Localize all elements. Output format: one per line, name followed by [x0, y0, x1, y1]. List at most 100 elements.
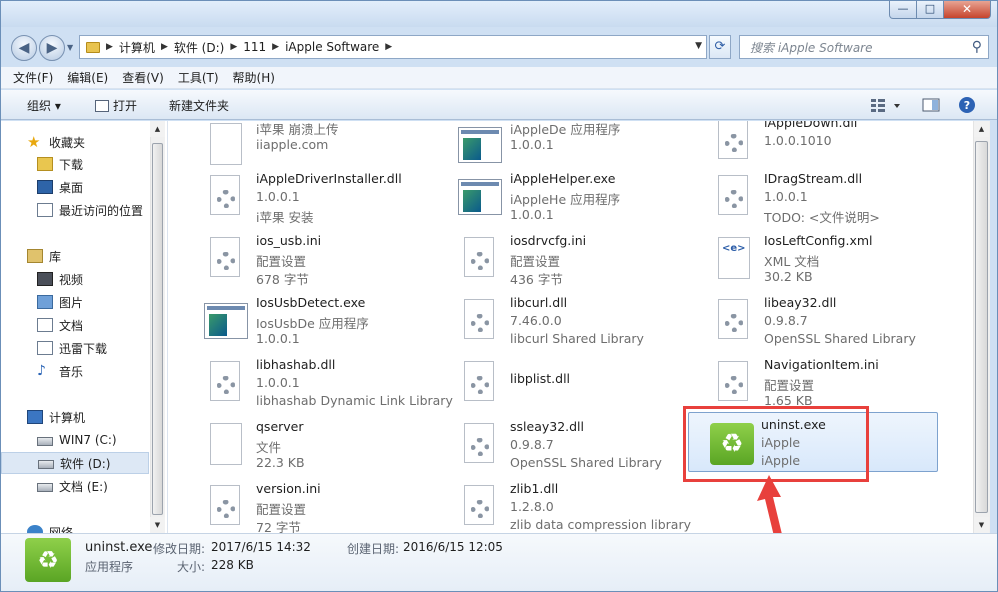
- file-item[interactable]: IDragStream.dll 1.0.0.1 TODO: <文件说明>: [692, 167, 942, 227]
- computer-icon: [27, 410, 43, 424]
- new-folder-button[interactable]: 新建文件夹: [169, 97, 229, 114]
- network-icon: [27, 525, 43, 533]
- breadcrumb-iapple-software[interactable]: iApple Software: [285, 40, 379, 54]
- file-item[interactable]: ssleay32.dll 0.9.8.7 OpenSSL Shared Libr…: [438, 415, 688, 475]
- details-size-label: 大小:: [177, 560, 206, 574]
- scroll-down-icon[interactable]: ▼: [150, 517, 165, 533]
- file-name: iAppleHelper.exe: [510, 171, 616, 186]
- sidebar-item-network[interactable]: 网络: [1, 521, 149, 533]
- sidebar-label: WIN7 (C:): [59, 433, 117, 447]
- menu-tools[interactable]: 工具(T): [178, 69, 219, 86]
- sidebar-item-downloads[interactable]: 下载: [1, 153, 149, 175]
- file-name: iosdrvcfg.ini: [510, 233, 587, 248]
- sidebar-item-computer[interactable]: 计算机: [1, 406, 149, 428]
- menu-edit[interactable]: 编辑(E): [67, 69, 108, 86]
- refresh-icon[interactable]: ⟳: [709, 35, 731, 59]
- breadcrumb-computer[interactable]: 计算机: [119, 39, 155, 56]
- file-item[interactable]: ios_usb.ini 配置设置 678 字节: [184, 229, 434, 289]
- menu-help[interactable]: 帮助(H): [233, 69, 275, 86]
- address-dropdown-icon[interactable]: ▼: [695, 41, 702, 51]
- search-icon[interactable]: ⚲: [972, 39, 982, 55]
- chevron-right-icon[interactable]: ▶: [230, 42, 237, 52]
- file-detail: 678 字节: [256, 272, 309, 287]
- file-item[interactable]: libhashab.dll 1.0.0.1 libhashab Dynamic …: [184, 353, 453, 413]
- chevron-right-icon[interactable]: ▶: [106, 42, 113, 52]
- file-detail: 7.46.0.0: [510, 313, 562, 328]
- sidebar-item-music[interactable]: ♪ 音乐: [1, 360, 149, 382]
- application-icon: [456, 121, 504, 169]
- file-item[interactable]: IosUsbDetect.exe IosUsbDe 应用程序 1.0.0.1: [184, 291, 434, 351]
- sidebar-label: 文档: [59, 318, 84, 333]
- sidebar-item-desktop[interactable]: 桌面: [1, 176, 149, 198]
- file-item[interactable]: libplist.dll: [438, 353, 688, 413]
- sidebar-item-video[interactable]: 视频: [1, 268, 149, 290]
- sidebar-item-documents[interactable]: 文档: [1, 314, 149, 336]
- file-item[interactable]: libcurl.dll 7.46.0.0 libcurl Shared Libr…: [438, 291, 688, 351]
- file-name: IosUsbDetect.exe: [256, 295, 366, 310]
- title-bar[interactable]: — □ ✕: [1, 1, 997, 27]
- file-item[interactable]: NavigationItem.ini 配置设置 1.65 KB: [692, 353, 942, 413]
- close-button[interactable]: ✕: [943, 1, 991, 19]
- sidebar-label: 文档 (E:): [59, 479, 108, 494]
- file-item[interactable]: qserver 文件 22.3 KB: [184, 415, 434, 475]
- forward-button[interactable]: ▶: [39, 35, 65, 61]
- file-detail: 1.0.0.1: [764, 189, 808, 204]
- file-item[interactable]: iAppleHelper.exe iAppleHe 应用程序 1.0.0.1: [438, 167, 688, 227]
- help-icon[interactable]: ?: [957, 95, 977, 115]
- sidebar-item-favorites[interactable]: ★ 收藏夹: [1, 131, 149, 153]
- address-bar[interactable]: ▶ 计算机 ▶ 软件 (D:) ▶ 111 ▶ iApple Software …: [79, 35, 707, 59]
- xml-document-icon: [710, 235, 758, 283]
- sidebar-item-libraries[interactable]: 库: [1, 245, 149, 267]
- file-desc: iAppleDe 应用程序: [510, 122, 621, 137]
- organize-button[interactable]: 组织 ▾: [27, 97, 61, 114]
- file-detail: 配置设置: [510, 254, 561, 269]
- sidebar-item-drive-c[interactable]: WIN7 (C:): [1, 429, 149, 451]
- file-icon: [202, 121, 250, 169]
- file-item[interactable]: iAppleDriverInstaller.dll 1.0.0.1 i苹果 安装: [184, 167, 434, 227]
- file-item[interactable]: libeay32.dll 0.9.8.7 OpenSSL Shared Libr…: [692, 291, 942, 351]
- view-options-button[interactable]: [869, 95, 903, 115]
- scroll-down-icon[interactable]: ▼: [974, 517, 989, 533]
- file-detail: 1.2.8.0: [510, 499, 554, 514]
- menu-file[interactable]: 文件(F): [13, 69, 53, 86]
- open-button[interactable]: 打开: [95, 97, 137, 114]
- maximize-button[interactable]: □: [916, 1, 944, 19]
- file-detail: 1.0.0.1: [256, 375, 300, 390]
- file-name: IDragStream.dll: [764, 171, 863, 186]
- file-item[interactable]: iAppleDown.dll 1.0.0.1010: [692, 121, 942, 171]
- explorer-window: — □ ✕ ◀ ▶ ▼ ▶ 计算机 ▶ 软件 (D:) ▶ 111 ▶ iApp…: [0, 0, 998, 592]
- scroll-up-icon[interactable]: ▲: [150, 121, 165, 137]
- dll-gear-icon: [202, 359, 250, 407]
- content-scroll-thumb[interactable]: [975, 141, 988, 513]
- details-size-value: 228 KB: [211, 558, 254, 572]
- chevron-right-icon[interactable]: ▶: [161, 42, 168, 52]
- minimize-button[interactable]: —: [889, 1, 917, 19]
- file-item[interactable]: version.ini 配置设置 72 字节: [184, 477, 434, 533]
- preview-pane-icon[interactable]: [921, 95, 943, 115]
- dll-gear-icon: [456, 421, 504, 469]
- sidebar-item-drive-d[interactable]: 软件 (D:): [1, 452, 149, 474]
- chevron-right-icon[interactable]: ▶: [272, 42, 279, 52]
- file-item[interactable]: IosLeftConfig.xml XML 文档 30.2 KB: [692, 229, 942, 289]
- sidebar-item-drive-e[interactable]: 文档 (E:): [1, 475, 149, 497]
- sidebar-label: 下载: [59, 157, 84, 172]
- drive-icon: [37, 483, 53, 492]
- scroll-up-icon[interactable]: ▲: [974, 121, 989, 137]
- breadcrumb-drive-d[interactable]: 软件 (D:): [174, 39, 224, 56]
- breadcrumb-111[interactable]: 111: [243, 40, 266, 54]
- file-item[interactable]: iosdrvcfg.ini 配置设置 436 字节: [438, 229, 688, 289]
- sidebar-item-pictures[interactable]: 图片: [1, 291, 149, 313]
- dll-gear-icon: [202, 173, 250, 221]
- file-detail: iiapple.com: [256, 137, 329, 152]
- sidebar-scroll-thumb[interactable]: [152, 143, 163, 515]
- file-name: zlib1.dll: [510, 481, 559, 496]
- recent-pages-dropdown-icon[interactable]: ▼: [67, 43, 73, 52]
- file-item[interactable]: zlib1.dll 1.2.8.0 zlib data compression …: [438, 477, 691, 533]
- sidebar-item-recent[interactable]: 最近访问的位置: [1, 199, 149, 221]
- menu-view[interactable]: 查看(V): [122, 69, 164, 86]
- back-button[interactable]: ◀: [11, 35, 37, 61]
- sidebar-item-xunlei[interactable]: 迅雷下载: [1, 337, 149, 359]
- search-input[interactable]: 搜索 iApple Software ⚲: [739, 35, 989, 59]
- chevron-right-icon[interactable]: ▶: [385, 42, 392, 52]
- file-detail: 1.0.0.1: [510, 207, 554, 222]
